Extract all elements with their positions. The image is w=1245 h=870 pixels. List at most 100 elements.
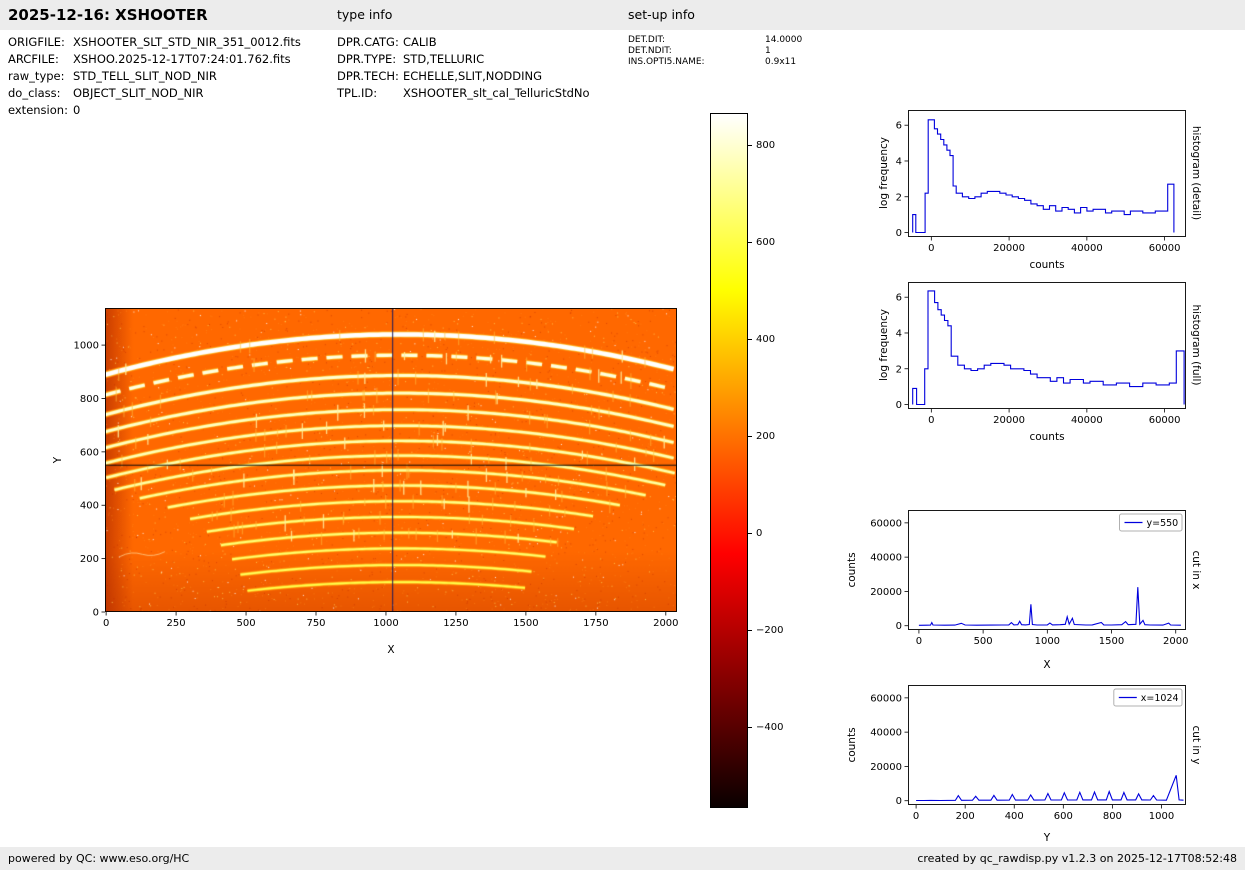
meta-label: DPR.CATG: [337, 35, 399, 49]
svg-text:1250: 1250 [443, 618, 468, 629]
svg-text:0: 0 [913, 811, 919, 822]
meta-value: 0 [73, 103, 81, 117]
histogram-detail-y-label: log frequency [878, 136, 890, 210]
svg-text:60000: 60000 [1149, 415, 1181, 426]
svg-text:1000: 1000 [373, 618, 398, 629]
meta-row-origfile: ORIGFILE: XSHOOTER_SLT_STD_NIR_351_0012.f… [8, 34, 301, 51]
footer-left-text: powered by QC: www.eso.org/HC [8, 852, 190, 865]
svg-text:200: 200 [956, 811, 975, 822]
svg-text:1500: 1500 [1099, 636, 1124, 647]
meta-label: ARCFILE: [8, 52, 59, 66]
svg-text:0: 0 [93, 608, 99, 619]
svg-text:x=1024: x=1024 [1141, 693, 1179, 704]
svg-text:250: 250 [167, 618, 186, 629]
svg-text:2: 2 [896, 364, 902, 375]
svg-text:1000: 1000 [1149, 811, 1174, 822]
footer-right-text: created by qc_rawdisp.py v1.2.3 on 2025-… [917, 852, 1237, 865]
file-info-block: ORIGFILE: XSHOOTER_SLT_STD_NIR_351_0012.f… [8, 34, 301, 119]
meta-value: XSHOOTER_SLT_STD_NIR_351_0012.fits [73, 35, 301, 49]
meta-label: do_class: [8, 86, 61, 100]
cut-in-x-title: cut in x [1190, 550, 1202, 590]
meta-label: extension: [8, 103, 68, 117]
main-x-axis-label: X [387, 644, 395, 656]
meta-value: CALIB [403, 35, 437, 49]
svg-text:0: 0 [896, 621, 902, 632]
meta-row-arcfile: ARCFILE: XSHOO.2025-12-17T07:24:01.762.fi… [8, 51, 301, 68]
svg-text:40000: 40000 [870, 553, 902, 564]
meta-value: XSHOOTER_slt_cal_TelluricStdNo [403, 86, 590, 100]
meta-row-tpl-id: TPL.ID: XSHOOTER_slt_cal_TelluricStdNo [337, 85, 590, 102]
svg-text:0: 0 [896, 796, 902, 807]
meta-row-dpr-type: DPR.TYPE: STD,TELLURIC [337, 51, 590, 68]
svg-text:1500: 1500 [513, 618, 538, 629]
meta-value: OBJECT_SLIT_NOD_NIR [73, 86, 204, 100]
meta-value: ECHELLE,SLIT,NODDING [403, 69, 542, 83]
colorbar-tick-label: 0 [756, 527, 763, 539]
histogram-full-plot: 0 20000 40000 60000 0 2 4 6 [896, 282, 1186, 426]
meta-row-ins-opti5: INS.OPTI5.NAME: 0.9x11 [628, 57, 802, 68]
setup-info-block: DET.DIT: 14.0000 DET.NDIT: 1 INS.OPTI5.NAM… [628, 35, 802, 68]
colorbar-tick-mark [748, 630, 752, 632]
meta-label: raw_type: [8, 69, 65, 83]
svg-text:6: 6 [896, 121, 902, 132]
svg-text:2: 2 [896, 192, 902, 203]
colorbar-tick-label: −400 [756, 721, 784, 733]
svg-text:y=550: y=550 [1147, 518, 1179, 529]
meta-label: DPR.TYPE: [337, 52, 397, 66]
meta-row-dpr-tech: DPR.TECH: ECHELLE,SLIT,NODDING [337, 68, 590, 85]
svg-text:2000: 2000 [653, 618, 678, 629]
meta-row-do-class: do_class: OBJECT_SLIT_NOD_NIR [8, 85, 301, 102]
svg-text:600: 600 [1054, 811, 1073, 822]
svg-text:750: 750 [306, 618, 325, 629]
cut-in-y-y-label: counts [846, 727, 858, 763]
meta-value: STD_TELL_SLIT_NOD_NIR [73, 69, 217, 83]
svg-text:60000: 60000 [870, 518, 902, 529]
cut-in-y-x-label: Y [1043, 832, 1051, 844]
svg-text:400: 400 [1005, 811, 1024, 822]
meta-row-det-ndit: DET.NDIT: 1 [628, 46, 802, 57]
colorbar-tick-mark [748, 436, 752, 438]
histogram-detail-plot: 0 20000 40000 60000 0 2 4 6 [896, 110, 1186, 254]
colorbar-tick-label: 800 [756, 139, 776, 151]
svg-text:1750: 1750 [583, 618, 608, 629]
cut-in-y-plot: 0 200 400 600 800 1000 0 20000 40000 60000 x=1024 [870, 685, 1186, 822]
colorbar-tick-mark [748, 145, 752, 147]
svg-text:1000: 1000 [74, 341, 99, 352]
svg-text:20000: 20000 [870, 587, 902, 598]
svg-text:200: 200 [80, 554, 99, 565]
page-title: 2025-12-16: XSHOOTER [8, 6, 208, 24]
histogram-full-title: histogram (full) [1190, 304, 1202, 386]
meta-row-det-dit: DET.DIT: 14.0000 [628, 35, 802, 46]
svg-text:800: 800 [1103, 811, 1122, 822]
svg-text:2000: 2000 [1163, 636, 1188, 647]
svg-text:0: 0 [896, 400, 902, 411]
cut-in-y-title: cut in y [1190, 725, 1202, 765]
colorbar-ticks: 800 600 400 200 0 −200 −400 [710, 113, 783, 808]
svg-text:0: 0 [928, 243, 934, 254]
meta-row-dpr-catg: DPR.CATG: CALIB [337, 34, 590, 51]
svg-text:600: 600 [80, 447, 99, 458]
meta-label: DET.NDIT: [628, 46, 672, 56]
cut-in-x-y-label: counts [846, 552, 858, 588]
colorbar-tick-label: 600 [756, 236, 776, 248]
main-y-axis-label: Y [52, 456, 64, 464]
qc-report-figure: 2025-12-16: XSHOOTER type info set-up in… [0, 0, 1245, 870]
svg-text:6: 6 [896, 293, 902, 304]
svg-text:0: 0 [916, 636, 922, 647]
colorbar-tick-mark [748, 533, 752, 535]
colorbar-tick-label: 200 [756, 430, 776, 442]
colorbar-tick-mark [748, 727, 752, 729]
svg-text:20000: 20000 [993, 415, 1025, 426]
meta-value: STD,TELLURIC [403, 52, 485, 66]
svg-text:4: 4 [896, 156, 902, 167]
svg-text:500: 500 [974, 636, 993, 647]
svg-text:800: 800 [80, 394, 99, 405]
svg-text:60000: 60000 [870, 693, 902, 704]
svg-text:60000: 60000 [1149, 243, 1181, 254]
raw-frame-axes: 0 250 500 750 1000 1250 1500 1750 2000 0 200 400 600… [74, 308, 679, 629]
svg-text:0: 0 [103, 618, 109, 629]
svg-text:20000: 20000 [870, 762, 902, 773]
colorbar-tick-mark [748, 339, 752, 341]
svg-text:0: 0 [928, 415, 934, 426]
svg-text:400: 400 [80, 501, 99, 512]
